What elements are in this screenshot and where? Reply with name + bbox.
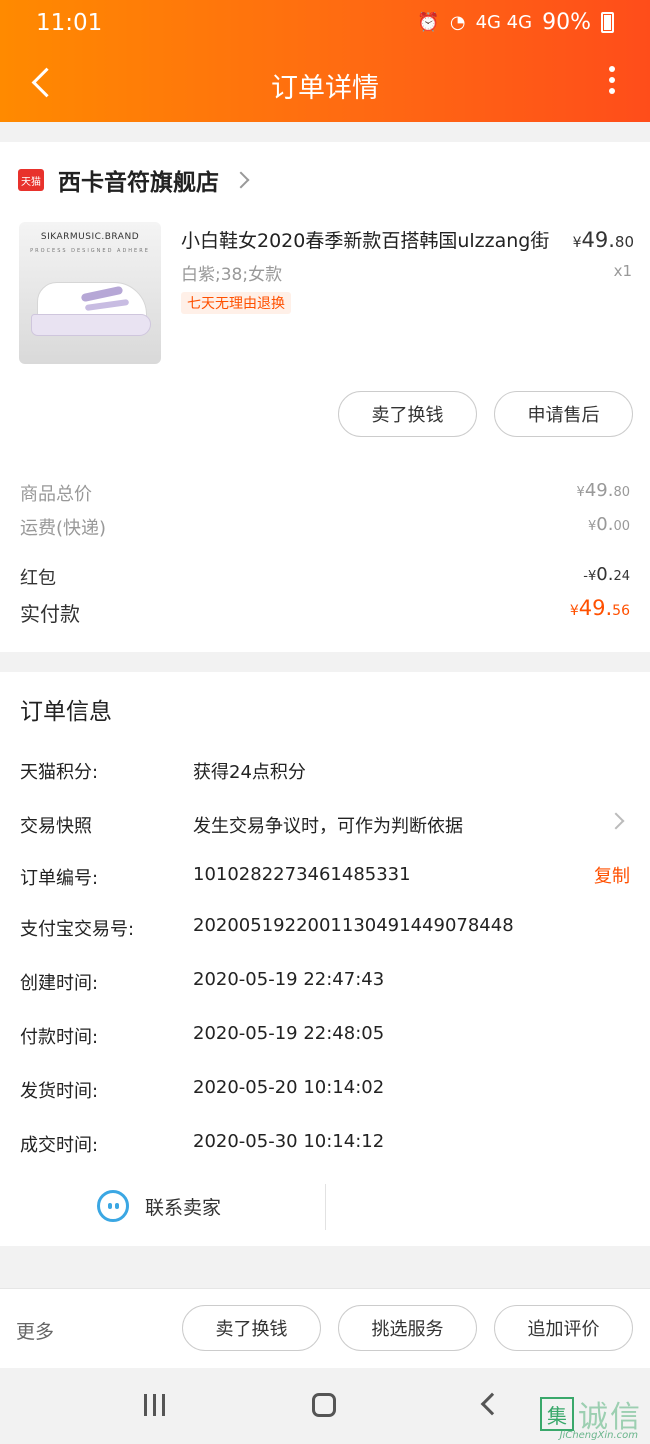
more-menu-icon[interactable] — [602, 66, 622, 102]
recent-apps-icon[interactable] — [144, 1394, 168, 1416]
sell-for-cash-button[interactable]: 卖了换钱 — [338, 391, 477, 437]
chevron-right-icon — [232, 171, 250, 189]
info-label: 天猫积分: — [20, 762, 99, 783]
created-time-value: 2020-05-19 22:47:43 — [193, 969, 385, 990]
paid-time-value: 2020-05-19 22:48:05 — [193, 1023, 385, 1044]
header: 11:01 ⏰ ◔ 4G 4G 90% 订单详情 — [0, 0, 650, 122]
copy-order-number-button[interactable]: 复制 — [594, 862, 630, 888]
info-label: 订单编号: — [20, 868, 99, 889]
product-sku: 白紫;38;女款 — [181, 265, 283, 285]
signal-icon: 4G 4G — [475, 12, 533, 33]
status-icons: ⏰ ◔ 4G 4G 90% — [417, 10, 614, 35]
status-time: 11:01 — [36, 10, 103, 36]
home-icon[interactable] — [312, 1393, 336, 1417]
product-image[interactable]: SIKARMUSIC.BRAND PROCESS DESIGNED ADHERE — [19, 222, 161, 364]
product-image-sub: PROCESS DESIGNED ADHERE — [30, 248, 150, 254]
more-button[interactable]: 更多 — [16, 1317, 54, 1344]
order-number-value: 1010282273461485331 — [193, 864, 411, 885]
store-link[interactable]: 天猫 西卡音符旗舰店 — [18, 165, 250, 196]
paid-amount-value: ¥49.56 — [569, 596, 630, 620]
product-image-brand: SIKARMUSIC.BRAND — [40, 232, 140, 242]
return-policy-tag: 七天无理由退换 — [181, 292, 291, 314]
red-packet-value: -¥0.24 — [583, 564, 630, 585]
watermark-url: JiChengXin.com — [559, 1430, 638, 1441]
info-label: 成交时间: — [20, 1135, 99, 1156]
goods-total-label: 商品总价 — [20, 484, 92, 505]
chat-icon — [97, 1190, 129, 1222]
choose-service-button[interactable]: 挑选服务 — [338, 1305, 477, 1351]
alarm-icon: ⏰ — [417, 12, 440, 33]
info-label: 发货时间: — [20, 1081, 99, 1102]
add-review-button[interactable]: 追加评价 — [494, 1305, 633, 1351]
shipping-value: ¥0.00 — [587, 514, 630, 535]
info-label: 交易快照 — [20, 816, 92, 837]
apply-after-sale-button[interactable]: 申请售后 — [494, 391, 633, 437]
page-title: 订单详情 — [271, 73, 379, 104]
product-title[interactable]: 小白鞋女2020春季新款百搭韩国ulzzang街 — [181, 226, 556, 253]
shipped-time-value: 2020-05-20 10:14:02 — [193, 1077, 385, 1098]
store-name: 西卡音符旗舰店 — [58, 170, 219, 196]
product-price: ¥49.80 — [572, 228, 634, 252]
info-label: 付款时间: — [20, 1027, 99, 1048]
contact-seller-label: 联系卖家 — [145, 1196, 222, 1219]
wifi-icon: ◔ — [449, 12, 466, 33]
tmall-points-value: 获得24点积分 — [193, 762, 306, 783]
shoe-sole — [31, 314, 151, 336]
completed-time-value: 2020-05-30 10:14:12 — [193, 1131, 385, 1152]
shipping-label: 运费(快递) — [20, 518, 107, 539]
tmall-icon: 天猫 — [18, 169, 44, 191]
product-quantity: x1 — [613, 262, 632, 280]
watermark-mark: 集 — [540, 1397, 574, 1431]
alipay-trade-number-value: 2020051922001130491449078448 — [193, 915, 514, 936]
sell-for-cash-button[interactable]: 卖了换钱 — [182, 1305, 321, 1351]
status-bar: 11:01 ⏰ ◔ 4G 4G 90% — [0, 0, 650, 46]
goods-total-value: ¥49.80 — [576, 480, 630, 501]
divider — [325, 1184, 326, 1230]
info-label: 支付宝交易号: — [20, 919, 135, 940]
info-label: 创建时间: — [20, 973, 99, 994]
red-packet-label: 红包 — [20, 568, 56, 589]
battery-icon — [601, 12, 614, 33]
trade-snapshot-link[interactable]: 发生交易争议时，可作为判断依据 — [193, 812, 463, 838]
contact-seller-button[interactable]: 联系卖家 — [97, 1190, 221, 1222]
paid-amount-label: 实付款 — [20, 602, 80, 626]
order-info-title: 订单信息 — [20, 699, 112, 725]
battery-percent: 90% — [542, 10, 591, 35]
